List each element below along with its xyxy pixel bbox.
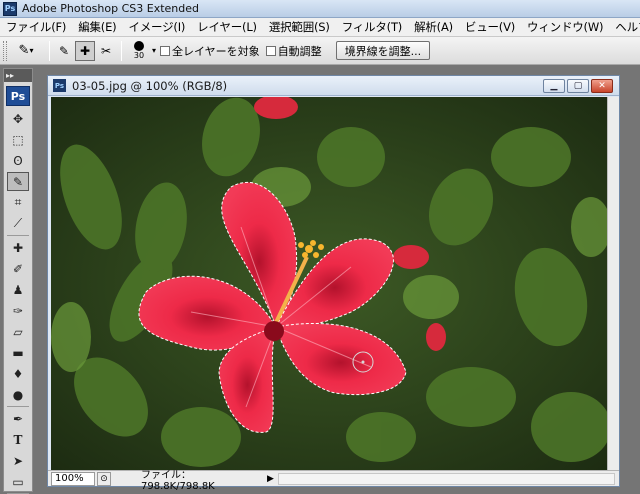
gradient-icon: ▬ — [12, 345, 24, 360]
menu-help[interactable]: ヘルプ(H) — [609, 19, 640, 35]
type-tool[interactable]: T — [7, 430, 29, 449]
flower-photo — [51, 97, 608, 470]
minimize-button[interactable]: ▁ — [543, 79, 565, 93]
marquee-tool[interactable]: ⬚ — [7, 130, 29, 149]
brush-picker[interactable]: 30 — [126, 39, 152, 63]
crop-icon: ⌗ — [14, 195, 22, 209]
checkbox-box[interactable] — [160, 45, 171, 56]
subtract-selection-icon: ✂ — [100, 43, 112, 58]
image-canvas[interactable] — [51, 97, 608, 470]
add-to-selection-icon: ✚ — [79, 43, 91, 58]
menu-filter[interactable]: フィルタ(T) — [336, 19, 408, 35]
menu-analysis[interactable]: 解析(A) — [408, 19, 459, 35]
crop-tool[interactable]: ⌗ — [7, 193, 29, 212]
minimize-icon: ▁ — [550, 81, 558, 91]
file-size-info: ファイル：798.8K/798.8K — [141, 469, 215, 492]
dodge-tool[interactable]: ● — [7, 385, 29, 404]
window-controls: ▁ ▢ ✕ — [541, 79, 613, 93]
close-icon: ✕ — [598, 81, 606, 91]
menu-file[interactable]: ファイル(F) — [0, 19, 72, 35]
eraser-tool[interactable]: ▱ — [7, 322, 29, 341]
blur-tool[interactable]: ♦ — [7, 364, 29, 383]
menu-select[interactable]: 選択範囲(S) — [263, 19, 336, 35]
auto-enhance-checkbox[interactable]: 自動調整 — [265, 43, 322, 59]
close-button[interactable]: ✕ — [591, 79, 613, 93]
app-titlebar: Ps Adobe Photoshop CS3 Extended — [0, 0, 640, 18]
toolbox-header[interactable]: ▸▸ — [4, 69, 32, 82]
document-title: 03-05.jpg @ 100% (RGB/8) — [72, 78, 228, 93]
move-icon: ✥ — [12, 111, 24, 126]
marquee-icon: ⬚ — [12, 132, 24, 147]
bandage-icon: ✚ — [12, 240, 24, 255]
toolbox: ▸▸ Ps ✥ ⬚ ʘ ✎ ⌗ ⟋ ✚ ✐ ♟ ✑ ▱ ▬ ♦ ● ✒ T ➤ … — [3, 68, 33, 494]
brush-size: 30 — [133, 51, 145, 60]
eraser-icon: ▱ — [13, 324, 23, 339]
horizontal-scrollbar[interactable] — [277, 472, 615, 485]
drop-icon: ♦ — [12, 366, 24, 381]
add-to-selection-button[interactable]: ✚ — [75, 40, 95, 61]
brush-tool[interactable]: ✐ — [7, 259, 29, 278]
menu-window[interactable]: ウィンドウ(W) — [521, 19, 609, 35]
brush-tip-icon — [134, 41, 144, 51]
options-bar-grip[interactable] — [3, 40, 7, 61]
history-brush-icon: ✑ — [12, 303, 24, 318]
sample-all-layers-checkbox[interactable]: 全レイヤーを対象 — [160, 43, 260, 59]
separator — [7, 406, 29, 407]
pen-icon: ✒ — [12, 411, 24, 426]
document-window: Ps 03-05.jpg @ 100% (RGB/8) ▁ ▢ ✕ 100% ⊙… — [47, 75, 620, 492]
document-statusbar: 100% ⊙ ファイル：798.8K/798.8K ▶ — [48, 470, 619, 492]
lasso-icon: ʘ — [13, 153, 23, 168]
move-tool[interactable]: ✥ — [7, 109, 29, 128]
separator — [49, 40, 50, 61]
quick-selection-icon: ✎ — [18, 43, 30, 58]
brush-icon: ✐ — [12, 261, 24, 276]
separator — [7, 235, 29, 236]
arrow-icon: ➤ — [12, 453, 24, 468]
new-selection-icon: ✎ — [58, 43, 70, 58]
gradient-tool[interactable]: ▬ — [7, 343, 29, 362]
refine-edge-button[interactable]: 境界線を調整... — [335, 41, 431, 60]
maximize-icon: ▢ — [573, 81, 583, 91]
path-selection-tool[interactable]: ➤ — [7, 451, 29, 470]
subtract-from-selection-button[interactable]: ✂ — [96, 41, 116, 61]
photoshop-app-icon: Ps — [3, 1, 17, 16]
menu-layer[interactable]: レイヤー(L) — [191, 19, 263, 35]
maximize-button[interactable]: ▢ — [567, 79, 589, 93]
separator — [121, 40, 122, 61]
slice-icon: ⟋ — [13, 216, 23, 230]
menu-edit[interactable]: 編集(E) — [72, 19, 122, 35]
document-ps-icon: Ps — [53, 79, 66, 92]
zoom-level-field[interactable]: 100% — [51, 471, 95, 486]
stamp-icon: ♟ — [12, 282, 24, 297]
lasso-tool[interactable]: ʘ — [7, 151, 29, 170]
menu-bar: ファイル(F) 編集(E) イメージ(I) レイヤー(L) 選択範囲(S) フィ… — [0, 18, 640, 37]
menu-view[interactable]: ビュー(V) — [459, 19, 521, 35]
chevron-down-icon[interactable]: ▾ — [152, 46, 156, 55]
slice-tool[interactable]: ⟋ — [7, 214, 29, 233]
app-title: Adobe Photoshop CS3 Extended — [22, 2, 199, 15]
options-bar: ✎ ▾ ✎ ✚ ✂ 30 ▾ 全レイヤーを対象 自動調整 境界線を調整... — [0, 37, 640, 65]
tool-preset-picker[interactable]: ✎ ▾ — [11, 40, 45, 62]
shape-tool[interactable]: ▭ — [7, 472, 29, 491]
document-titlebar[interactable]: Ps 03-05.jpg @ 100% (RGB/8) ▁ ▢ ✕ — [48, 76, 619, 96]
rectangle-icon: ▭ — [12, 474, 24, 489]
checkbox-box[interactable] — [265, 45, 276, 56]
vertical-scrollbar[interactable] — [607, 97, 619, 470]
menu-image[interactable]: イメージ(I) — [122, 19, 191, 35]
status-info-icon[interactable]: ⊙ — [97, 471, 111, 486]
chevron-down-icon: ▾ — [29, 46, 34, 55]
clone-stamp-tool[interactable]: ♟ — [7, 280, 29, 299]
quick-selection-tool[interactable]: ✎ — [7, 172, 29, 191]
status-menu-arrow-icon[interactable]: ▶ — [267, 474, 274, 484]
photoshop-logo[interactable]: Ps — [6, 86, 30, 106]
history-brush-tool[interactable]: ✑ — [7, 301, 29, 320]
auto-enhance-label: 自動調整 — [277, 44, 322, 58]
quick-selection-icon: ✎ — [12, 174, 24, 189]
new-selection-button[interactable]: ✎ — [54, 41, 74, 61]
pen-tool[interactable]: ✒ — [7, 409, 29, 428]
dodge-icon: ● — [12, 387, 24, 402]
healing-brush-tool[interactable]: ✚ — [7, 238, 29, 257]
type-icon: T — [13, 432, 23, 447]
sample-all-layers-label: 全レイヤーを対象 — [172, 44, 260, 58]
